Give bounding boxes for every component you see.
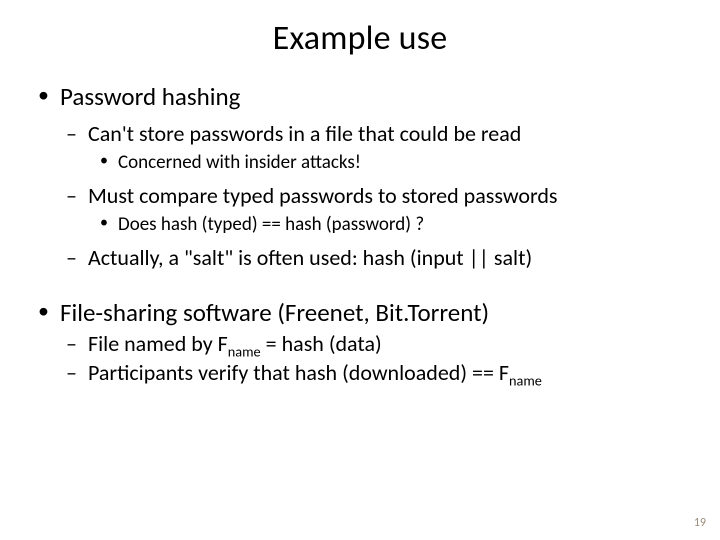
- sub-file-named: File named by Fname = hash (data): [60, 330, 684, 357]
- bullet-password-hashing: Password hashing Can't store passwords i…: [36, 81, 684, 271]
- sub-participants-verify: Participants verify that hash (downloade…: [60, 359, 684, 386]
- subsub-text: Concerned with insider attacks!: [118, 151, 361, 174]
- subscript-name: name: [509, 371, 542, 389]
- subsub-insider: Concerned with insider attacks!: [88, 151, 684, 174]
- bullet-list: Password hashing Can't store passwords i…: [36, 81, 684, 386]
- subsub-list: Does hash (typed) == hash (password) ?: [88, 213, 684, 236]
- sub-text-post: = hash (data): [261, 330, 382, 357]
- sub-text: Actually, a "salt" is often used: hash (…: [88, 244, 532, 271]
- subsub-text: Does hash (typed) == hash (password) ?: [118, 213, 424, 236]
- sub-list: File named by Fname = hash (data) Partic…: [60, 330, 684, 386]
- sub-text-pre: File named by F: [88, 330, 228, 357]
- page-number: 19: [694, 516, 706, 530]
- sub-text-pre: Participants verify that hash (downloade…: [88, 359, 509, 386]
- sub-must-compare: Must compare typed passwords to stored p…: [60, 182, 684, 236]
- bullet-file-sharing: File-sharing software (Freenet, Bit.Torr…: [36, 297, 684, 386]
- slide-title: Example use: [36, 18, 684, 59]
- sub-cant-store: Can't store passwords in a file that cou…: [60, 120, 684, 174]
- sub-list: Can't store passwords in a file that cou…: [60, 120, 684, 271]
- bullet-text: File-sharing software (Freenet, Bit.Torr…: [60, 297, 489, 328]
- sub-salt: Actually, a "salt" is often used: hash (…: [60, 244, 684, 271]
- subsub-does-hash: Does hash (typed) == hash (password) ?: [88, 213, 684, 236]
- subscript-name: name: [228, 342, 261, 360]
- bullet-text: Password hashing: [60, 81, 240, 112]
- subsub-list: Concerned with insider attacks!: [88, 151, 684, 174]
- sub-text: Must compare typed passwords to stored p…: [88, 182, 558, 209]
- slide: Example use Password hashing Can't store…: [0, 0, 720, 540]
- sub-text: Can't store passwords in a file that cou…: [88, 120, 521, 147]
